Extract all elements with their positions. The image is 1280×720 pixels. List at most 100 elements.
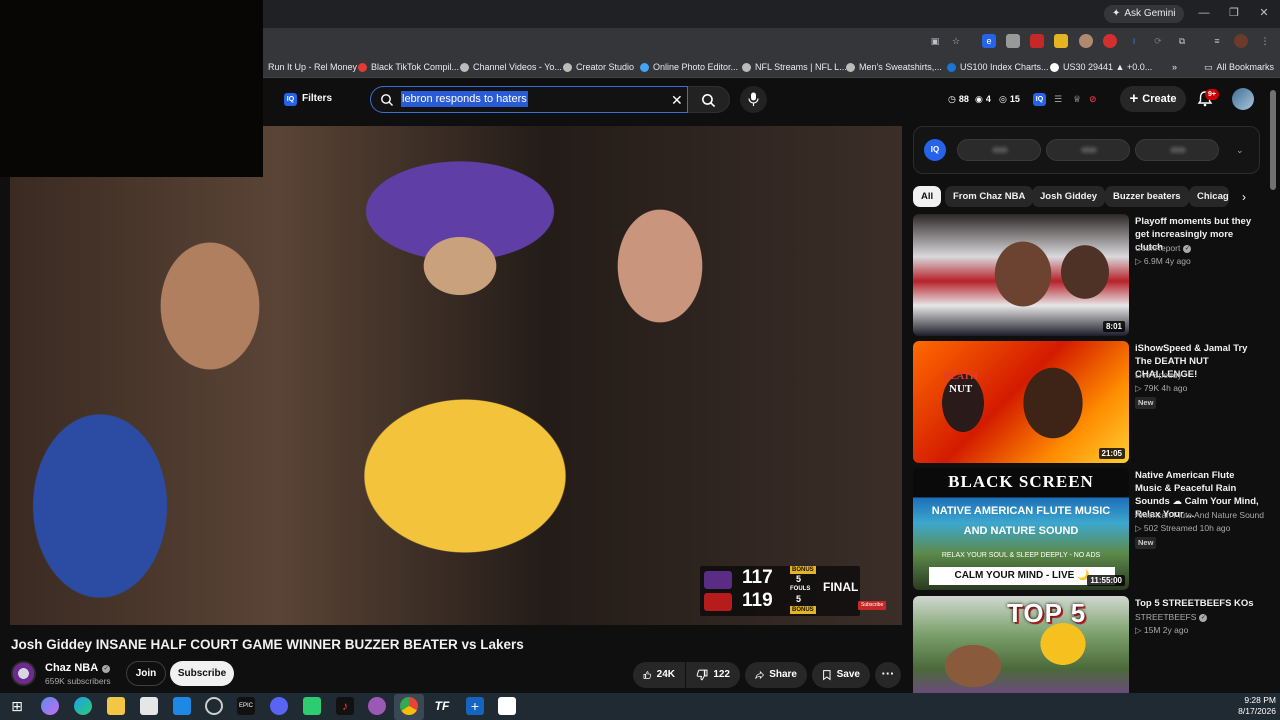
lakers-logo-icon xyxy=(704,571,732,589)
extension-iq-icon[interactable]: e xyxy=(982,34,996,48)
store-icon[interactable] xyxy=(140,697,158,715)
extension-record-icon[interactable] xyxy=(1103,34,1117,48)
chip-chicago[interactable]: Chicago xyxy=(1189,186,1229,207)
bonus-label: BONUS xyxy=(790,566,816,574)
bookmark-item[interactable]: NFL Streams | NFL L... xyxy=(742,60,847,74)
stat-watch[interactable]: ◎ 15 xyxy=(999,93,1020,106)
copilot-icon[interactable] xyxy=(41,697,59,715)
extension-red-icon[interactable] xyxy=(1030,34,1044,48)
all-bookmarks-button[interactable]: ▭ All Bookmarks xyxy=(1204,60,1274,74)
globe-icon xyxy=(563,62,572,72)
globe-icon xyxy=(460,62,469,72)
voice-search-button[interactable] xyxy=(740,86,767,113)
extension-wave-icon[interactable]: ≀ xyxy=(1127,34,1141,48)
chip-from-channel[interactable]: From Chaz NBA xyxy=(945,186,1034,207)
restore-icon[interactable]: ❐ xyxy=(1224,4,1244,22)
chevron-down-icon[interactable]: ⌄ xyxy=(1236,144,1244,156)
create-button[interactable]: + Create xyxy=(1120,86,1186,112)
app-green-icon[interactable] xyxy=(303,697,321,715)
iq-tab[interactable] xyxy=(1046,139,1130,161)
video-player[interactable] xyxy=(10,126,902,625)
thumbs-up-icon xyxy=(643,671,652,679)
chip-all[interactable]: All xyxy=(913,186,942,207)
chart-favicon-icon xyxy=(947,62,956,72)
chip-buzzer-beaters[interactable]: Buzzer beaters xyxy=(1105,186,1189,207)
bookmark-item[interactable]: Creator Studio xyxy=(563,60,634,74)
extension-grey-icon[interactable] xyxy=(1006,34,1020,48)
rec-channel[interactable]: CoshReport ✓ xyxy=(1135,243,1192,254)
search-query-text[interactable]: lebron responds to haters xyxy=(401,91,528,107)
extension-faded-icon[interactable]: ⟳ xyxy=(1151,34,1165,48)
mail-icon[interactable] xyxy=(173,697,191,715)
bookmark-item[interactable]: Run It Up - Rel Money xyxy=(268,60,357,74)
list-icon[interactable]: ☰ xyxy=(1054,93,1062,106)
iq-tab[interactable] xyxy=(1135,139,1219,161)
clear-search-icon[interactable]: ✕ xyxy=(671,92,683,108)
more-actions-icon[interactable]: ··· xyxy=(875,662,901,688)
profile-avatar-icon[interactable] xyxy=(1234,34,1248,48)
rec-thumbnail[interactable]: 8:01 xyxy=(913,214,1129,336)
ask-gemini-button[interactable]: ✦ Ask Gemini xyxy=(1104,5,1184,23)
search-button[interactable] xyxy=(688,86,730,113)
file-explorer-icon[interactable] xyxy=(107,697,125,715)
minimize-icon[interactable]: — xyxy=(1194,4,1214,22)
rec-meta: ▷ 79K 4h ago xyxy=(1135,383,1188,393)
tiktok-icon[interactable]: ♪ xyxy=(336,697,354,715)
extension-yellow-icon[interactable] xyxy=(1054,34,1068,48)
bookmark-item[interactable]: US100 Index Charts... xyxy=(947,60,1049,74)
windows-start-icon[interactable]: ⊞ xyxy=(8,697,26,715)
screen-share-icon[interactable]: ▣ xyxy=(928,34,942,48)
save-button[interactable]: Save xyxy=(812,662,870,688)
app-purple-icon[interactable] xyxy=(368,697,386,715)
trophy-icon[interactable]: ♕ xyxy=(1073,93,1081,106)
discord-icon[interactable] xyxy=(270,697,288,715)
chrome-icon[interactable] xyxy=(400,697,418,715)
extension-face-icon[interactable] xyxy=(1079,34,1093,48)
search-icon xyxy=(702,94,716,108)
app-white-icon[interactable] xyxy=(498,697,516,715)
rec-channel[interactable]: American Flute And Nature Sound xyxy=(1135,510,1264,521)
account-avatar[interactable] xyxy=(1232,88,1254,110)
system-clock[interactable]: 9:28 PM 8/17/2026 xyxy=(1236,695,1276,717)
share-button[interactable]: Share xyxy=(745,662,807,688)
bookmark-item[interactable]: US30 29441 ▲ +0.0... xyxy=(1050,60,1152,74)
iq-icon[interactable]: IQ xyxy=(1033,93,1046,106)
rec-thumbnail[interactable]: BLACK SCREEN NATIVE AMERICAN FLUTE MUSIC… xyxy=(913,468,1129,590)
filters-button[interactable]: IQ Filters xyxy=(284,90,332,108)
dislike-button[interactable]: 122 xyxy=(686,662,740,688)
bookmark-star-icon[interactable]: ☆ xyxy=(949,34,963,48)
channel-avatar[interactable] xyxy=(11,661,36,686)
iq-tab[interactable] xyxy=(957,139,1041,161)
rec-title[interactable]: Top 5 STREETBEEFS KOs xyxy=(1135,597,1263,610)
app-tf-icon[interactable]: TF xyxy=(433,697,451,715)
page-scrollbar[interactable] xyxy=(1270,90,1276,190)
edge-icon[interactable] xyxy=(74,697,92,715)
rec-thumbnail[interactable]: TOP 5 xyxy=(913,596,1129,693)
rec-thumbnail[interactable]: DEATH NUT 21:05 xyxy=(913,341,1129,463)
settings-gear-icon[interactable] xyxy=(205,697,223,715)
close-icon[interactable]: ✕ xyxy=(1254,4,1274,22)
chevron-right-icon[interactable]: › xyxy=(1236,188,1252,206)
bookmark-item[interactable]: Black TikTok Compil... xyxy=(358,60,459,74)
like-button[interactable]: 24K xyxy=(633,662,685,688)
bookmark-item[interactable]: Online Photo Editor... xyxy=(640,60,738,74)
bell-off-icon[interactable]: ⊘ xyxy=(1089,93,1097,106)
extensions-puzzle-icon[interactable]: ⧉ xyxy=(1175,34,1189,48)
rec-channel[interactable]: STREETBEEFS ✓ xyxy=(1135,612,1208,623)
bookmark-item[interactable]: Men's Sweatshirts,... xyxy=(846,60,942,74)
bulls-logo-icon xyxy=(704,593,732,611)
rec-channel[interactable]: Live Speedy xyxy=(1135,370,1182,381)
subscribe-watermark[interactable]: Subscribe xyxy=(858,601,887,610)
join-button[interactable]: Join xyxy=(126,661,166,686)
chip-josh-giddey[interactable]: Josh Giddey xyxy=(1032,186,1106,207)
epic-games-icon[interactable]: EPIC xyxy=(237,697,255,715)
stat-clock[interactable]: ◷ 88 xyxy=(948,93,969,106)
bookmarks-overflow-icon[interactable]: » xyxy=(1172,60,1177,74)
bookmark-item[interactable]: Channel Videos - Yo... xyxy=(460,60,562,74)
media-control-icon[interactable]: ≡ xyxy=(1210,34,1224,48)
app-plus-icon[interactable]: + xyxy=(466,697,484,715)
stat-views[interactable]: ◉ 4 xyxy=(975,93,991,106)
subscribe-button[interactable]: Subscribe xyxy=(170,661,234,686)
channel-name[interactable]: Chaz NBA ✓ xyxy=(45,662,111,675)
browser-menu-icon[interactable]: ⋮ xyxy=(1258,34,1272,48)
